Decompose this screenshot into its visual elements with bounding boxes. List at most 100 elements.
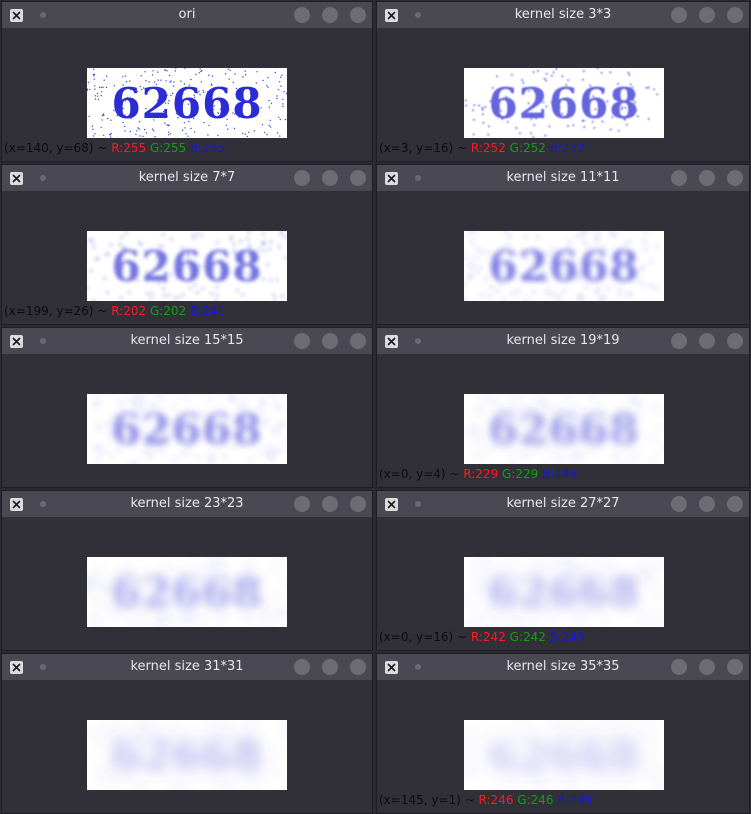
window-title: kernel size 7*7 <box>138 170 236 185</box>
minimize-button-icon[interactable] <box>671 496 687 512</box>
opencv-window[interactable]: ori 62668 (x=140, y=68) ~ R:255 G:255 B:… <box>1 1 373 162</box>
opencv-window[interactable]: kernel size 19*19 62668 (x=0, y=4) ~ R:2… <box>376 327 750 488</box>
opencv-window[interactable]: kernel size 3*3 62668 (x=3, y=16) ~ R:25… <box>376 1 750 162</box>
maximize-button-icon[interactable] <box>322 170 338 186</box>
status-coord: (x=145, y=1) ~ <box>379 793 475 807</box>
captcha-text: 62668 <box>488 731 639 780</box>
captcha-image: 62668 <box>464 557 664 627</box>
captcha-image: 62668 <box>464 720 664 790</box>
status-blue: B:249 <box>542 467 578 481</box>
pixel-status-readout: (x=145, y=1) ~ R:246 G:246 B:249 <box>379 792 593 808</box>
window-title: kernel size 11*11 <box>506 170 620 185</box>
minimize-button-icon[interactable] <box>294 7 310 23</box>
status-red: R:242 <box>470 630 506 644</box>
window-titlebar[interactable]: kernel size 19*19 <box>377 328 749 354</box>
window-title: kernel size 3*3 <box>514 7 612 22</box>
window-title: ori <box>178 7 196 22</box>
status-coord: (x=140, y=68) ~ <box>4 141 108 155</box>
maximize-button-icon[interactable] <box>322 7 338 23</box>
close-button-icon[interactable] <box>727 496 743 512</box>
window-titlebar[interactable]: kernel size 15*15 <box>2 328 372 354</box>
close-button-icon[interactable] <box>350 496 366 512</box>
captcha-text: 62668 <box>111 242 262 291</box>
captcha-text: 62668 <box>488 568 639 617</box>
maximize-button-icon[interactable] <box>699 333 715 349</box>
pixel-status-readout: (x=140, y=68) ~ R:255 G:255 B:255 <box>4 140 225 156</box>
close-button-icon[interactable] <box>350 7 366 23</box>
status-red: R:252 <box>470 141 506 155</box>
maximize-button-icon[interactable] <box>699 170 715 186</box>
maximize-button-icon[interactable] <box>322 659 338 675</box>
captcha-image: 62668 <box>87 394 287 464</box>
maximize-button-icon[interactable] <box>699 7 715 23</box>
status-red: R:229 <box>463 467 499 481</box>
window-titlebar[interactable]: kernel size 7*7 <box>2 165 372 191</box>
window-title: kernel size 27*27 <box>506 496 620 511</box>
minimize-button-icon[interactable] <box>294 496 310 512</box>
captcha-text: 62668 <box>488 242 639 291</box>
captcha-image: 62668 <box>87 231 287 301</box>
status-blue: B:249 <box>549 630 585 644</box>
opencv-window[interactable]: kernel size 23*23 62668 <box>1 490 373 651</box>
window-titlebar[interactable]: kernel size 3*3 <box>377 2 749 28</box>
captcha-image: 62668 <box>464 231 664 301</box>
captcha-image: 62668 <box>87 720 287 790</box>
opencv-window[interactable]: kernel size 31*31 62668 <box>1 653 373 814</box>
window-title: kernel size 19*19 <box>506 333 620 348</box>
window-titlebar[interactable]: kernel size 27*27 <box>377 491 749 517</box>
captcha-image: 62668 <box>464 394 664 464</box>
minimize-button-icon[interactable] <box>294 170 310 186</box>
opencv-window[interactable]: kernel size 11*11 62668 <box>376 164 750 325</box>
captcha-image: 62668 <box>87 68 287 138</box>
window-titlebar[interactable]: ori <box>2 2 372 28</box>
close-button-icon[interactable] <box>727 170 743 186</box>
status-green: G:246 <box>517 793 554 807</box>
pixel-status-readout: (x=3, y=16) ~ R:252 G:252 B:252 <box>379 140 585 156</box>
window-title: kernel size 15*15 <box>130 333 244 348</box>
close-button-icon[interactable] <box>350 659 366 675</box>
status-red: R:202 <box>111 304 147 318</box>
close-button-icon[interactable] <box>727 659 743 675</box>
captcha-image: 62668 <box>87 557 287 627</box>
status-green: G:255 <box>149 141 187 155</box>
minimize-button-icon[interactable] <box>671 659 687 675</box>
window-titlebar[interactable]: kernel size 31*31 <box>2 654 372 680</box>
minimize-button-icon[interactable] <box>671 170 687 186</box>
status-green: G:242 <box>509 630 546 644</box>
captcha-text: 62668 <box>111 79 262 128</box>
status-blue: B:255 <box>190 141 226 155</box>
pixel-status-readout: (x=0, y=16) ~ R:242 G:242 B:249 <box>379 629 585 645</box>
close-button-icon[interactable] <box>350 170 366 186</box>
status-coord: (x=199, y=26) ~ <box>4 304 108 318</box>
pixel-status-readout: (x=0, y=4) ~ R:229 G:229 B:249 <box>379 466 577 482</box>
maximize-button-icon[interactable] <box>699 496 715 512</box>
status-blue: B:252 <box>549 141 585 155</box>
status-red: R:246 <box>478 793 514 807</box>
window-titlebar[interactable]: kernel size 11*11 <box>377 165 749 191</box>
minimize-button-icon[interactable] <box>671 333 687 349</box>
window-titlebar[interactable]: kernel size 23*23 <box>2 491 372 517</box>
status-coord: (x=3, y=16) ~ <box>379 141 468 155</box>
close-button-icon[interactable] <box>350 333 366 349</box>
captcha-text: 62668 <box>111 405 262 454</box>
captcha-text: 62668 <box>488 405 639 454</box>
status-coord: (x=0, y=16) ~ <box>379 630 468 644</box>
maximize-button-icon[interactable] <box>322 496 338 512</box>
minimize-button-icon[interactable] <box>294 333 310 349</box>
minimize-button-icon[interactable] <box>671 7 687 23</box>
close-button-icon[interactable] <box>727 333 743 349</box>
maximize-button-icon[interactable] <box>699 659 715 675</box>
window-titlebar[interactable]: kernel size 35*35 <box>377 654 749 680</box>
maximize-button-icon[interactable] <box>322 333 338 349</box>
opencv-window[interactable]: kernel size 35*35 62668 (x=145, y=1) ~ R… <box>376 653 750 814</box>
status-red: R:255 <box>111 141 147 155</box>
window-title: kernel size 23*23 <box>130 496 244 511</box>
opencv-window[interactable]: kernel size 7*7 62668 (x=199, y=26) ~ R:… <box>1 164 373 325</box>
minimize-button-icon[interactable] <box>294 659 310 675</box>
status-green: G:229 <box>502 467 539 481</box>
status-green: G:252 <box>509 141 546 155</box>
close-button-icon[interactable] <box>727 7 743 23</box>
opencv-window[interactable]: kernel size 27*27 62668 (x=0, y=16) ~ R:… <box>376 490 750 651</box>
captcha-image: 62668 <box>464 68 664 138</box>
opencv-window[interactable]: kernel size 15*15 62668 <box>1 327 373 488</box>
